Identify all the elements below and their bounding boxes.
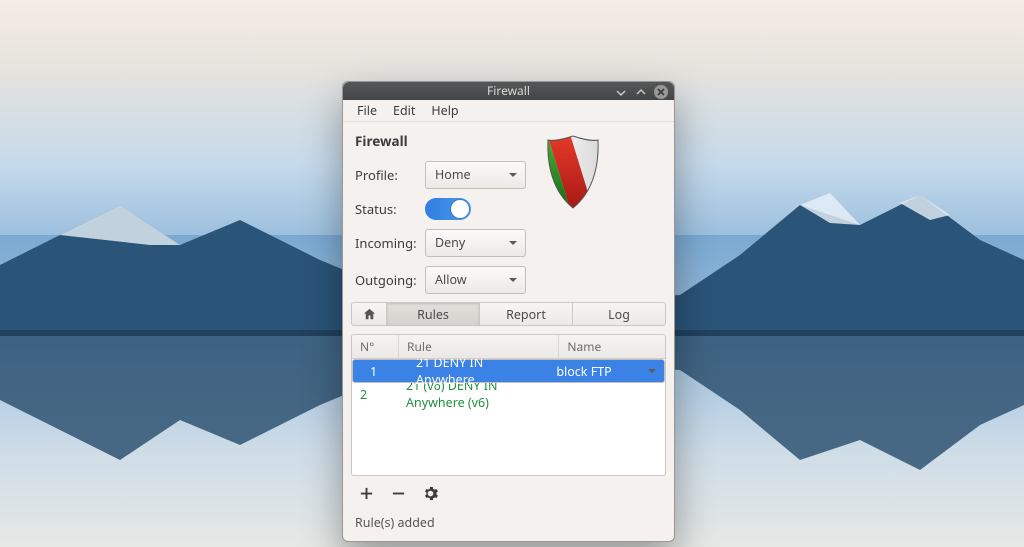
profile-select[interactable]: Home xyxy=(425,161,526,189)
home-icon xyxy=(362,307,377,322)
plus-icon xyxy=(359,486,374,501)
rules-table: N° Rule Name 121 DENY IN Anywhereblock F… xyxy=(351,334,666,475)
minimize-button[interactable] xyxy=(614,85,628,99)
add-rule-button[interactable] xyxy=(357,485,375,503)
incoming-label: Incoming: xyxy=(355,234,425,252)
status-bar: Rule(s) added xyxy=(355,514,662,531)
menu-bar: File Edit Help xyxy=(343,100,674,122)
firewall-window: Firewall File Edit Help Firewall Profile… xyxy=(342,81,675,542)
minus-icon xyxy=(391,486,406,501)
maximize-button[interactable] xyxy=(634,85,648,99)
cell-number: 2 xyxy=(352,386,398,403)
col-number[interactable]: N° xyxy=(352,335,399,358)
cell-rule: 21 DENY IN Anywhere xyxy=(408,359,548,388)
close-button[interactable] xyxy=(654,85,668,99)
outgoing-select[interactable]: Allow xyxy=(425,266,526,294)
tab-report[interactable]: Report xyxy=(480,303,573,326)
menu-edit[interactable]: Edit xyxy=(385,100,423,121)
outgoing-label: Outgoing: xyxy=(355,271,425,289)
status-toggle[interactable] xyxy=(425,198,471,220)
profile-label: Profile: xyxy=(355,166,425,184)
rule-action-bar xyxy=(351,482,666,506)
incoming-select[interactable]: Deny xyxy=(425,229,526,257)
tab-log[interactable]: Log xyxy=(573,303,665,326)
col-name[interactable]: Name xyxy=(559,335,665,358)
cell-number: 1 xyxy=(362,363,408,380)
menu-help[interactable]: Help xyxy=(423,100,466,121)
table-row[interactable]: 121 DENY IN Anywhereblock FTP xyxy=(352,359,665,383)
section-heading: Firewall xyxy=(355,132,526,150)
col-rule[interactable]: Rule xyxy=(399,335,559,358)
gear-icon xyxy=(423,486,438,501)
settings-button[interactable] xyxy=(421,485,439,503)
tab-home[interactable] xyxy=(352,303,387,326)
remove-rule-button[interactable] xyxy=(389,485,407,503)
tab-bar: Rules Report Log xyxy=(351,302,666,327)
window-title: Firewall xyxy=(487,82,530,99)
tab-rules[interactable]: Rules xyxy=(387,303,480,326)
menu-file[interactable]: File xyxy=(349,100,385,121)
status-label: Status: xyxy=(355,200,425,218)
title-bar[interactable]: Firewall xyxy=(343,82,674,100)
cell-name: block FTP xyxy=(548,363,642,380)
shield-icon xyxy=(544,134,602,212)
